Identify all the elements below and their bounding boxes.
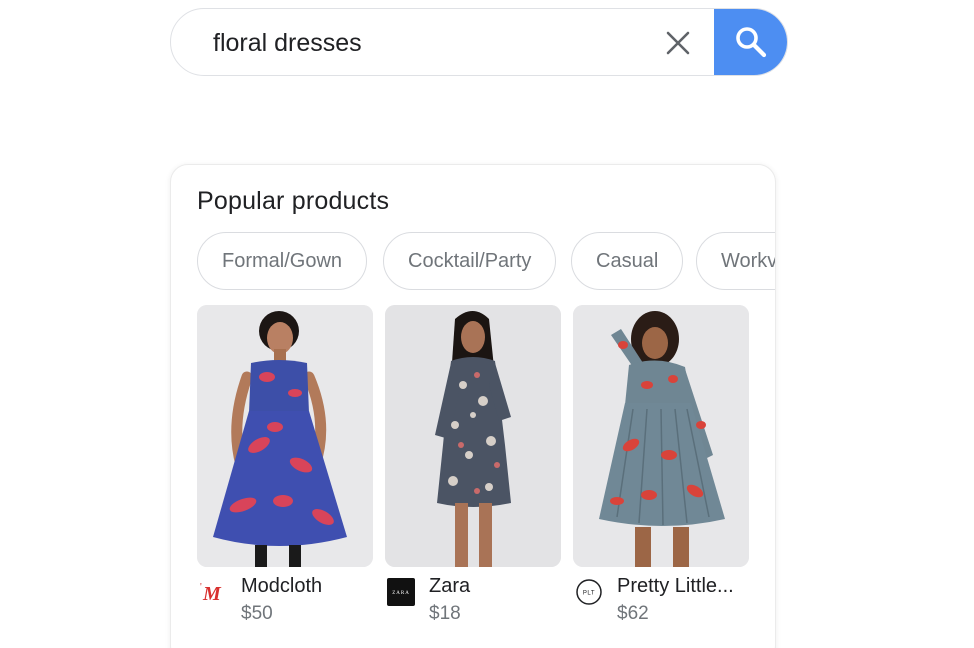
popular-products-card: Popular products Formal/Gown Cocktail/Pa… bbox=[170, 164, 776, 648]
plt-logo: PLT bbox=[576, 579, 602, 605]
svg-text:M: M bbox=[202, 583, 222, 605]
chip-formal-gown[interactable]: Formal/Gown bbox=[197, 232, 368, 290]
chip-casual[interactable]: Casual bbox=[571, 232, 684, 290]
chip-workwear[interactable]: Workv bbox=[696, 232, 776, 290]
chip-cocktail-party[interactable]: Cocktail/Party bbox=[383, 232, 557, 290]
close-icon bbox=[666, 31, 690, 55]
store-name: Zara bbox=[429, 575, 471, 597]
price: $18 bbox=[429, 603, 461, 624]
zara-logo: ZARA bbox=[387, 578, 415, 606]
search-button[interactable] bbox=[714, 9, 787, 75]
product-image[interactable] bbox=[573, 305, 749, 567]
search-icon bbox=[736, 26, 767, 57]
chip-label: Cocktail/Party bbox=[408, 249, 532, 272]
store-name: Modcloth bbox=[241, 575, 323, 597]
search-input[interactable] bbox=[213, 23, 643, 63]
product-image[interactable] bbox=[385, 305, 561, 567]
modcloth-logo: M ' bbox=[200, 582, 222, 605]
chip-label: Formal/Gown bbox=[222, 249, 343, 272]
price: $62 bbox=[617, 603, 649, 624]
chip-label: Workv bbox=[721, 249, 776, 272]
svg-text:': ' bbox=[200, 582, 202, 593]
chip-label: Casual bbox=[596, 249, 659, 272]
svg-text:PLT: PLT bbox=[583, 591, 595, 597]
clear-button[interactable] bbox=[661, 26, 695, 60]
search-bar bbox=[170, 8, 788, 76]
store-name: Pretty Little... bbox=[617, 575, 734, 597]
price: $50 bbox=[241, 603, 273, 624]
svg-text:ZARA: ZARA bbox=[392, 591, 410, 596]
card-title: Popular products bbox=[197, 187, 390, 215]
page: Popular products Formal/Gown Cocktail/Pa… bbox=[0, 0, 974, 648]
product-image[interactable] bbox=[197, 305, 373, 567]
